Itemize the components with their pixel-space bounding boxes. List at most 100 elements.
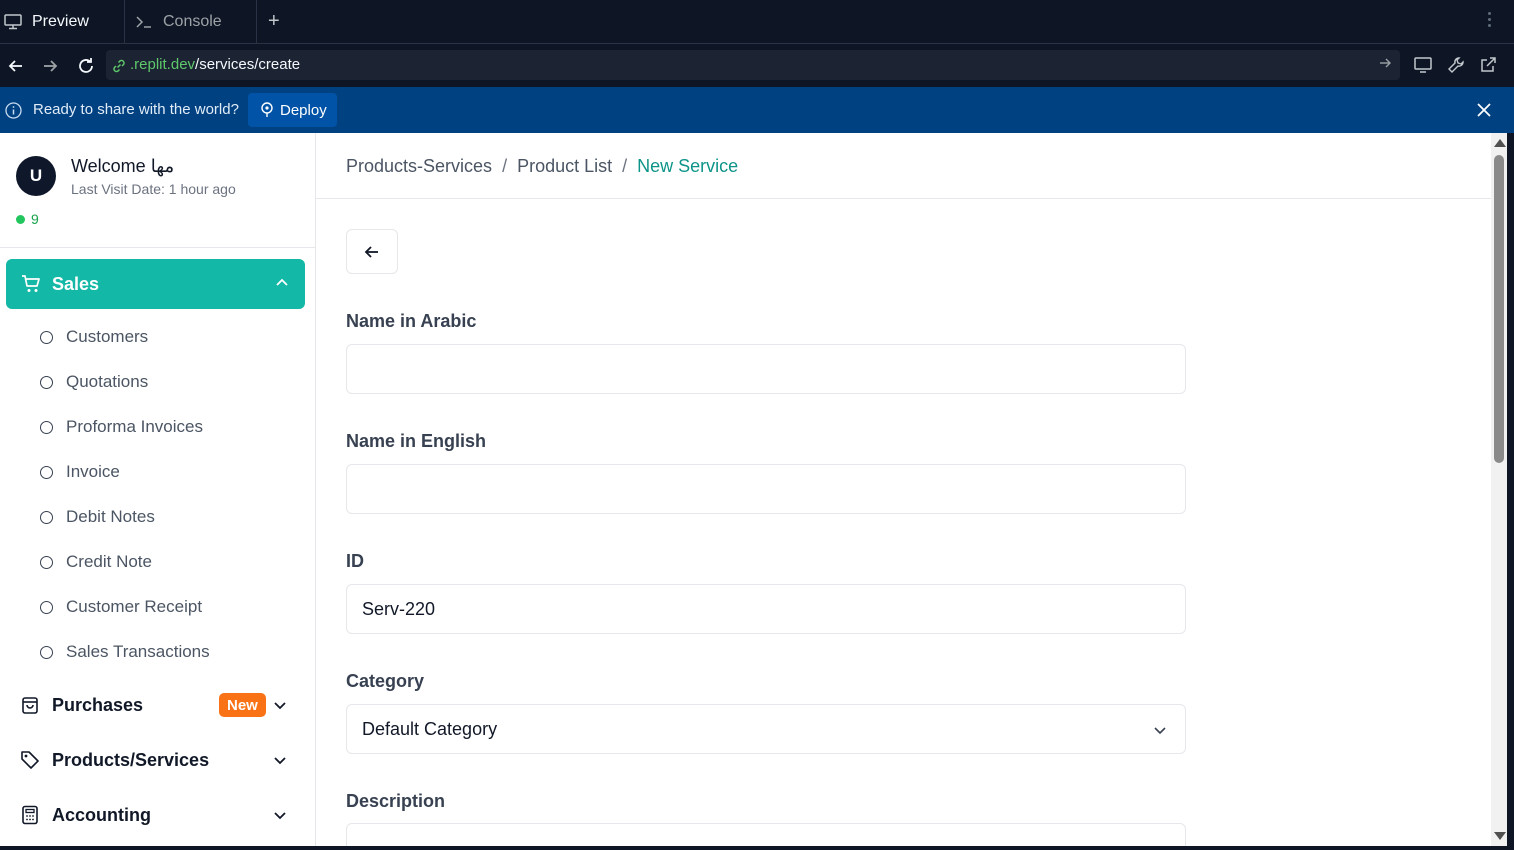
name-english-label: Name in English	[346, 431, 487, 451]
deploy-button[interactable]: Deploy	[248, 93, 337, 127]
online-status: 9	[16, 211, 39, 227]
id-label: ID	[346, 551, 364, 571]
circle-icon	[40, 420, 53, 434]
online-count: 9	[31, 211, 39, 227]
circle-icon	[40, 375, 53, 389]
back-button[interactable]	[346, 229, 398, 274]
link-icon	[113, 59, 125, 73]
monitor-icon	[4, 14, 22, 30]
breadcrumb-separator: /	[622, 156, 628, 176]
circle-icon	[40, 600, 53, 614]
sidebar-group-sales[interactable]: Sales	[6, 259, 305, 309]
welcome-text: Welcome مها	[71, 156, 175, 176]
category-select[interactable]: Default Category	[346, 704, 1186, 754]
breadcrumb-current: New Service	[637, 156, 739, 176]
scrollbar-thumb[interactable]	[1494, 155, 1504, 463]
window-edge	[1507, 133, 1514, 850]
sidebar-item-label: Invoice	[66, 462, 120, 481]
app-viewport: U Welcome مها Last Visit Date: 1 hour ag…	[0, 133, 1514, 850]
sidebar-item-quotations[interactable]: Quotations	[40, 372, 148, 392]
sidebar-group-accounting[interactable]: Accounting	[20, 800, 305, 830]
circle-icon	[40, 465, 53, 479]
sidebar-group-purchases-label: Purchases	[52, 694, 144, 715]
sidebar-item-label: Customers	[66, 327, 149, 346]
tag-icon	[21, 751, 39, 769]
sidebar-item-customers[interactable]: Customers	[40, 327, 148, 347]
terminal-icon	[136, 16, 151, 28]
circle-icon	[40, 555, 53, 569]
chevron-down-icon	[274, 812, 286, 820]
breadcrumb: Products-Services / Product List / New S…	[346, 156, 738, 177]
sidebar-item-debit-notes[interactable]: Debit Notes	[40, 507, 155, 527]
scroll-up-arrow-icon[interactable]	[1494, 139, 1506, 147]
reload-icon[interactable]	[76, 56, 96, 76]
scroll-down-arrow-icon[interactable]	[1494, 832, 1506, 840]
forward-arrow-icon[interactable]	[40, 56, 60, 76]
sidebar-divider	[0, 247, 315, 248]
shopping-bag-icon	[22, 697, 38, 714]
chevron-down-icon	[1154, 727, 1166, 735]
sidebar-item-invoice[interactable]: Invoice	[40, 462, 120, 482]
sidebar-item-label: Credit Note	[66, 552, 152, 571]
more-options-icon[interactable]	[1488, 12, 1492, 30]
url-text: .replit.dev/services/create	[130, 56, 300, 73]
avatar[interactable]: U	[16, 156, 56, 196]
url-input[interactable]	[106, 50, 1400, 80]
url-host: .replit.dev	[130, 56, 196, 73]
online-dot-icon	[16, 214, 25, 224]
tab-console[interactable]: Console	[125, 0, 257, 44]
circle-icon	[40, 645, 53, 659]
name-arabic-label: Name in Arabic	[346, 311, 477, 331]
url-path: /services/create	[195, 56, 301, 73]
id-input[interactable]	[346, 584, 1186, 634]
sidebar-item-credit-note[interactable]: Credit Note	[40, 552, 152, 572]
circle-icon	[40, 510, 53, 524]
deploy-icon	[261, 102, 273, 117]
chevron-down-icon	[274, 757, 286, 765]
name-english-input[interactable]	[346, 464, 1186, 514]
sidebar-group-products-services[interactable]: Products/Services	[20, 745, 305, 775]
description-label: Description	[346, 791, 446, 811]
chevron-up-icon	[276, 278, 288, 286]
circle-icon	[40, 330, 53, 344]
sidebar: U Welcome مها Last Visit Date: 1 hour ag…	[0, 133, 316, 850]
window-edge	[0, 846, 1514, 850]
name-arabic-input[interactable]	[346, 344, 1186, 394]
tab-bar: Preview Console +	[0, 0, 1514, 44]
breadcrumb-separator: /	[502, 156, 508, 176]
breadcrumb-item[interactable]: Product List	[517, 156, 612, 177]
sidebar-group-purchases[interactable]: Purchases New	[20, 690, 305, 720]
tab-console-label: Console	[163, 13, 222, 30]
deploy-message: Ready to share with the world?	[33, 101, 239, 118]
tab-preview-label: Preview	[32, 13, 89, 30]
sidebar-item-label: Sales Transactions	[66, 642, 210, 661]
new-badge: New	[219, 693, 266, 717]
sidebar-group-products-services-label: Products/Services	[52, 749, 210, 770]
sidebar-item-label: Debit Notes	[66, 507, 155, 526]
deploy-button-label: Deploy	[280, 101, 327, 119]
category-label: Category	[346, 671, 425, 691]
arrow-left-icon	[364, 245, 378, 258]
sidebar-item-label: Proforma Invoices	[66, 417, 203, 436]
close-icon[interactable]	[1476, 102, 1492, 118]
sidebar-group-accounting-label: Accounting	[52, 804, 151, 825]
calculator-icon	[22, 805, 38, 825]
sidebar-item-customer-receipt[interactable]: Customer Receipt	[40, 597, 202, 617]
shopping-cart-icon	[22, 275, 40, 292]
open-new-window-icon[interactable]	[1478, 55, 1498, 75]
chevron-down-icon	[274, 702, 286, 710]
main-content: Products-Services / Product List / New S…	[316, 133, 1491, 850]
devices-icon[interactable]	[1413, 55, 1433, 75]
sidebar-item-proforma-invoices[interactable]: Proforma Invoices	[40, 417, 203, 437]
back-arrow-icon[interactable]	[6, 56, 26, 76]
category-selected-value: Default Category	[362, 718, 498, 739]
devtools-wrench-icon[interactable]	[1446, 55, 1466, 75]
tab-preview[interactable]: Preview	[0, 0, 125, 44]
go-arrow-icon[interactable]	[1378, 56, 1392, 70]
header-divider	[316, 198, 1491, 199]
breadcrumb-item[interactable]: Products-Services	[346, 156, 492, 177]
sidebar-item-label: Customer Receipt	[66, 597, 203, 616]
new-tab-plus-icon[interactable]: +	[268, 11, 280, 31]
sidebar-item-label: Quotations	[66, 372, 149, 391]
sidebar-item-sales-transactions[interactable]: Sales Transactions	[40, 642, 210, 662]
